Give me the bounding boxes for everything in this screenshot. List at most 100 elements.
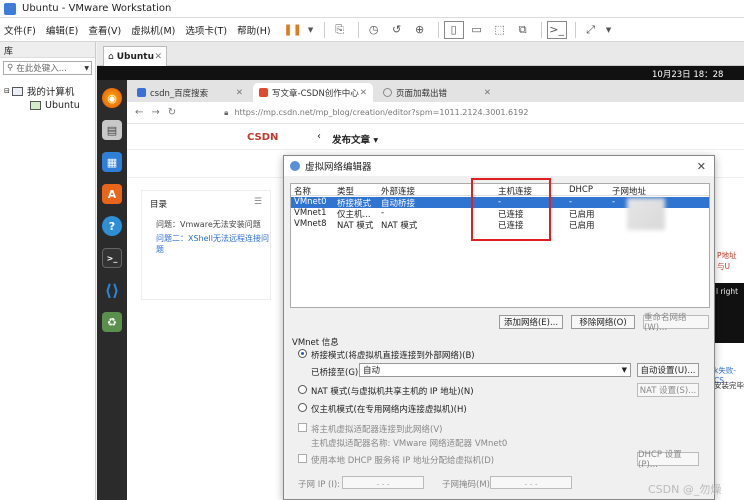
terminal-icon[interactable]: >_ bbox=[102, 248, 122, 268]
csdn-watermark: CSDN @_勿燥 bbox=[648, 483, 722, 496]
snapshot-icon[interactable]: ◷ bbox=[364, 21, 384, 39]
subnet-ip-input[interactable]: . . . bbox=[342, 476, 424, 489]
host-adapter-label[interactable]: 将主机虚拟适配器连接到此网络(V) bbox=[311, 423, 442, 435]
menu-edit[interactable]: 编辑(E) bbox=[46, 23, 78, 37]
computer-icon bbox=[11, 86, 23, 96]
reload-icon[interactable]: ↻ bbox=[168, 107, 176, 118]
browser-tab-label: csdn_百度搜索 bbox=[150, 88, 209, 99]
app-store-icon[interactable]: A bbox=[102, 184, 122, 204]
chevron-down-icon[interactable]: ▼ bbox=[84, 65, 89, 72]
menu-view[interactable]: 查看(V) bbox=[88, 23, 121, 37]
highlight-box bbox=[471, 178, 551, 241]
host-adapter-checkbox[interactable] bbox=[298, 423, 307, 432]
library-search-input[interactable]: ⚲ 在此处键入... ▼ bbox=[3, 61, 92, 75]
dhcp-settings-button[interactable]: DHCP 设置(P)... bbox=[637, 450, 699, 470]
csdn-logo[interactable]: CSDN bbox=[247, 132, 278, 143]
close-icon[interactable]: ✕ bbox=[236, 88, 243, 98]
baidu-favicon bbox=[137, 88, 146, 97]
menu-file[interactable]: 文件(F) bbox=[4, 23, 36, 37]
list-icon[interactable]: ☰ bbox=[254, 197, 262, 207]
top-bar-clock[interactable]: 10月23日 18：28 bbox=[652, 68, 723, 80]
fullscreen-icon[interactable]: ⬚ bbox=[490, 21, 510, 39]
back-icon[interactable]: ‹ bbox=[317, 131, 321, 142]
globe-icon bbox=[383, 88, 392, 97]
host-only-radio[interactable] bbox=[298, 403, 307, 412]
menu-tabs[interactable]: 选项卡(T) bbox=[185, 23, 227, 37]
address-bar: ← → ↻ 🔒︎ https://mp.csdn.net/mp_blog/cre… bbox=[127, 102, 744, 124]
dhcp-checkbox[interactable] bbox=[298, 454, 307, 463]
chevron-down-icon[interactable]: ▼ bbox=[622, 366, 627, 374]
url-field[interactable]: https://mp.csdn.net/mp_blog/creation/edi… bbox=[234, 108, 528, 117]
menu-help[interactable]: 帮助(H) bbox=[237, 23, 271, 37]
nat-mode-label[interactable]: NAT 模式(与虚拟机共享主机的 IP 地址)(N) bbox=[311, 385, 474, 397]
bridged-to-select[interactable]: 自动 ▼ bbox=[359, 363, 631, 377]
library-panel: 库 ⚲ 在此处键入... ▼ ⊟ 我的计算机 Ubuntu bbox=[0, 42, 96, 500]
forward-icon[interactable]: → bbox=[151, 107, 159, 118]
revert-snapshot-icon[interactable]: ↺ bbox=[387, 21, 407, 39]
back-icon[interactable]: ← bbox=[135, 107, 143, 118]
tree-node-ubuntu[interactable]: Ubuntu bbox=[4, 98, 91, 112]
page-text-snippet: 安装完毕 bbox=[714, 381, 744, 390]
firefox-icon[interactable]: ◉ bbox=[102, 88, 122, 108]
lock-icon[interactable]: 🔒︎ bbox=[224, 108, 228, 118]
files-icon[interactable]: ▤ bbox=[102, 120, 122, 140]
host-only-label[interactable]: 仅主机模式(在专用网络内连接虚拟机)(H) bbox=[311, 403, 467, 415]
vm-tab-ubuntu[interactable]: ⌂ Ubuntu ✕ bbox=[103, 46, 167, 66]
remove-network-button[interactable]: 移除网络(O) bbox=[571, 315, 635, 329]
console-icon[interactable]: >_ bbox=[546, 20, 567, 39]
cell-dhcp: 已启用 bbox=[569, 221, 595, 231]
help-icon[interactable]: ? bbox=[102, 216, 122, 236]
column-header-name[interactable]: 名称 bbox=[294, 185, 311, 197]
nat-mode-radio[interactable] bbox=[298, 385, 307, 394]
tree-node-my-computer[interactable]: ⊟ 我的计算机 bbox=[4, 84, 91, 98]
code-text: l right bbox=[716, 287, 739, 296]
close-icon[interactable]: ✕ bbox=[360, 88, 367, 98]
ubuntu-dock: ◉ ▤ ▦ A ? >_ ⟨⟩ ♻ bbox=[97, 80, 127, 500]
send-keys-icon[interactable]: ⎘ bbox=[330, 21, 350, 39]
chevron-down-icon[interactable]: ▼ bbox=[604, 21, 614, 39]
writer-icon[interactable]: ▦ bbox=[102, 152, 122, 172]
close-icon[interactable]: ✕ bbox=[154, 52, 162, 62]
host-adapter-name: 主机虚拟适配器名称: VMware 网络适配器 VMnet0 bbox=[311, 439, 508, 449]
browser-tab-baidu[interactable]: csdn_百度搜索 ✕ bbox=[131, 83, 249, 102]
pause-icon[interactable]: ❚❚ bbox=[283, 21, 303, 39]
snapshot-manager-icon[interactable]: ⊕ bbox=[410, 21, 430, 39]
browser-tab-csdn-editor[interactable]: 写文章-CSDN创作中心 ✕ bbox=[253, 83, 373, 102]
subnet-mask-input[interactable]: . . . bbox=[490, 476, 572, 489]
window-titlebar: Ubuntu - VMware Workstation bbox=[0, 0, 744, 18]
bridge-mode-label[interactable]: 桥接模式(将虚拟机直接连接到外部网络)(B) bbox=[311, 349, 475, 361]
close-icon[interactable]: ✕ bbox=[484, 88, 491, 98]
auto-settings-button[interactable]: 自动设置(U)... bbox=[637, 363, 699, 377]
column-header-external[interactable]: 外部连接 bbox=[381, 185, 415, 197]
stretch-icon[interactable]: ⤢ bbox=[581, 21, 601, 39]
thumbnail-view-icon[interactable]: ▭ bbox=[467, 21, 487, 39]
menu-vm[interactable]: 虚拟机(M) bbox=[131, 23, 175, 37]
unity-icon[interactable]: ⧉ bbox=[513, 21, 533, 39]
cell-dhcp: - bbox=[569, 197, 573, 207]
add-network-button[interactable]: 添加网络(E)... bbox=[499, 315, 563, 329]
toc-item[interactable]: 问题二：XShell无法远程连接问题 bbox=[156, 233, 270, 255]
subnet-ip-label: 子网 IP (I): bbox=[298, 480, 341, 490]
tree-node-label: 我的计算机 bbox=[26, 87, 75, 98]
browser-tab-load-error[interactable]: 页面加载出错 ✕ bbox=[377, 83, 497, 102]
cell-external: - bbox=[381, 208, 385, 218]
column-header-type[interactable]: 类型 bbox=[337, 185, 354, 197]
column-header-dhcp[interactable]: DHCP bbox=[569, 185, 593, 195]
chevron-down-icon[interactable]: ▼ bbox=[306, 21, 316, 39]
collapse-icon[interactable]: ⊟ bbox=[4, 87, 10, 95]
trash-icon[interactable]: ♻ bbox=[102, 312, 122, 332]
dhcp-label[interactable]: 使用本地 DHCP 服务将 IP 地址分配给虚拟机(D) bbox=[311, 454, 494, 466]
csdn-favicon bbox=[259, 88, 268, 97]
publish-article-title[interactable]: 发布文章 ▾ bbox=[332, 132, 378, 146]
vm-icon bbox=[30, 100, 41, 110]
toolbar-separator bbox=[357, 21, 359, 38]
library-view-icon[interactable]: ▯ bbox=[443, 20, 464, 39]
bridge-mode-radio[interactable] bbox=[298, 349, 307, 358]
window-title: Ubuntu - VMware Workstation bbox=[22, 3, 172, 14]
close-icon[interactable]: ✕ bbox=[697, 160, 706, 173]
nat-settings-button[interactable]: NAT 设置(S)... bbox=[637, 383, 699, 397]
toc-item[interactable]: 问题：Vmware无法安装问题 bbox=[156, 219, 261, 230]
rename-network-button[interactable]: 重命名网络(W)... bbox=[643, 313, 709, 333]
vscode-icon[interactable]: ⟨⟩ bbox=[102, 280, 122, 300]
column-header-subnet[interactable]: 子网地址 bbox=[612, 185, 646, 197]
